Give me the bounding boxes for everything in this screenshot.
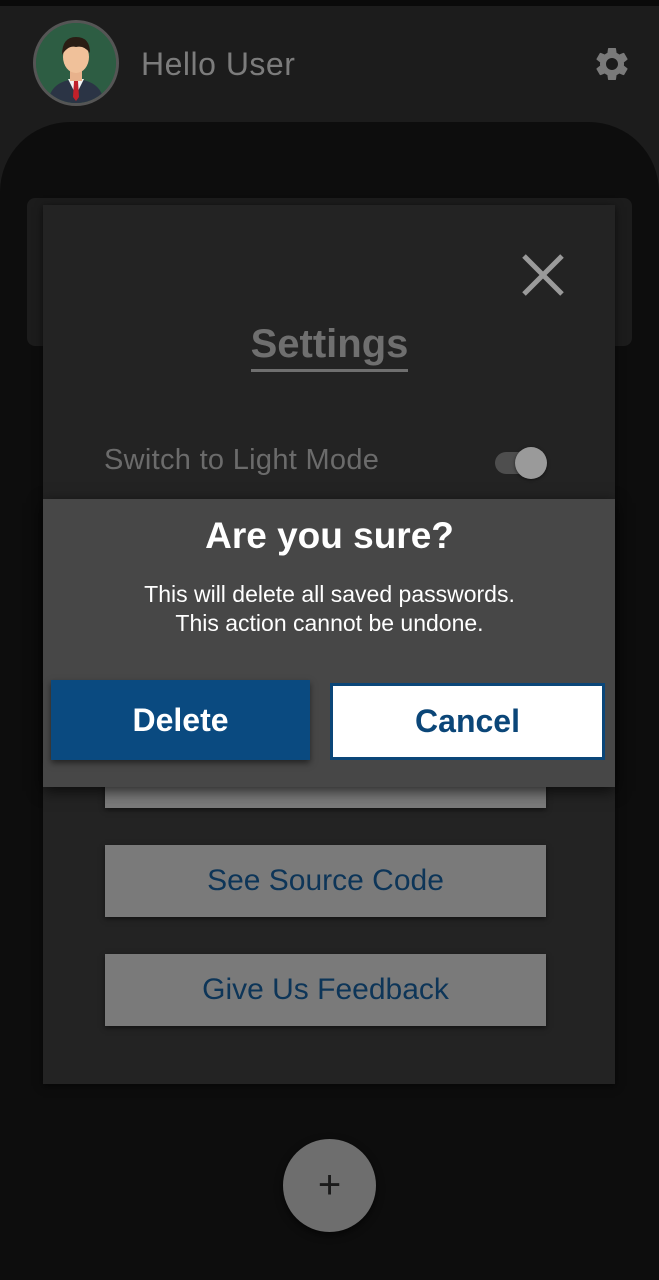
dialog-title: Are you sure? [205, 515, 454, 556]
settings-title: Settings [0, 322, 659, 372]
plus-icon: + [317, 1163, 342, 1207]
dialog-message-line2: This action cannot be undone. [175, 610, 484, 636]
cancel-button[interactable]: Cancel [330, 683, 605, 760]
settings-title-text: Settings [250, 322, 409, 372]
dialog-message: This will delete all saved passwords. Th… [0, 580, 659, 638]
gear-icon[interactable] [592, 44, 632, 84]
give-feedback-button[interactable]: Give Us Feedback [105, 954, 546, 1026]
light-mode-toggle[interactable] [495, 446, 551, 480]
user-avatar-icon[interactable] [33, 20, 119, 106]
light-mode-label: Switch to Light Mode [104, 444, 380, 476]
add-button[interactable]: + [283, 1139, 376, 1232]
close-icon[interactable] [519, 251, 567, 299]
delete-button[interactable]: Delete [51, 680, 310, 760]
see-source-code-button[interactable]: See Source Code [105, 845, 546, 917]
greeting-text: Hello User [141, 46, 296, 82]
avatar-illustration [36, 23, 116, 103]
toggle-knob [515, 447, 547, 479]
dialog-message-line1: This will delete all saved passwords. [144, 581, 515, 607]
